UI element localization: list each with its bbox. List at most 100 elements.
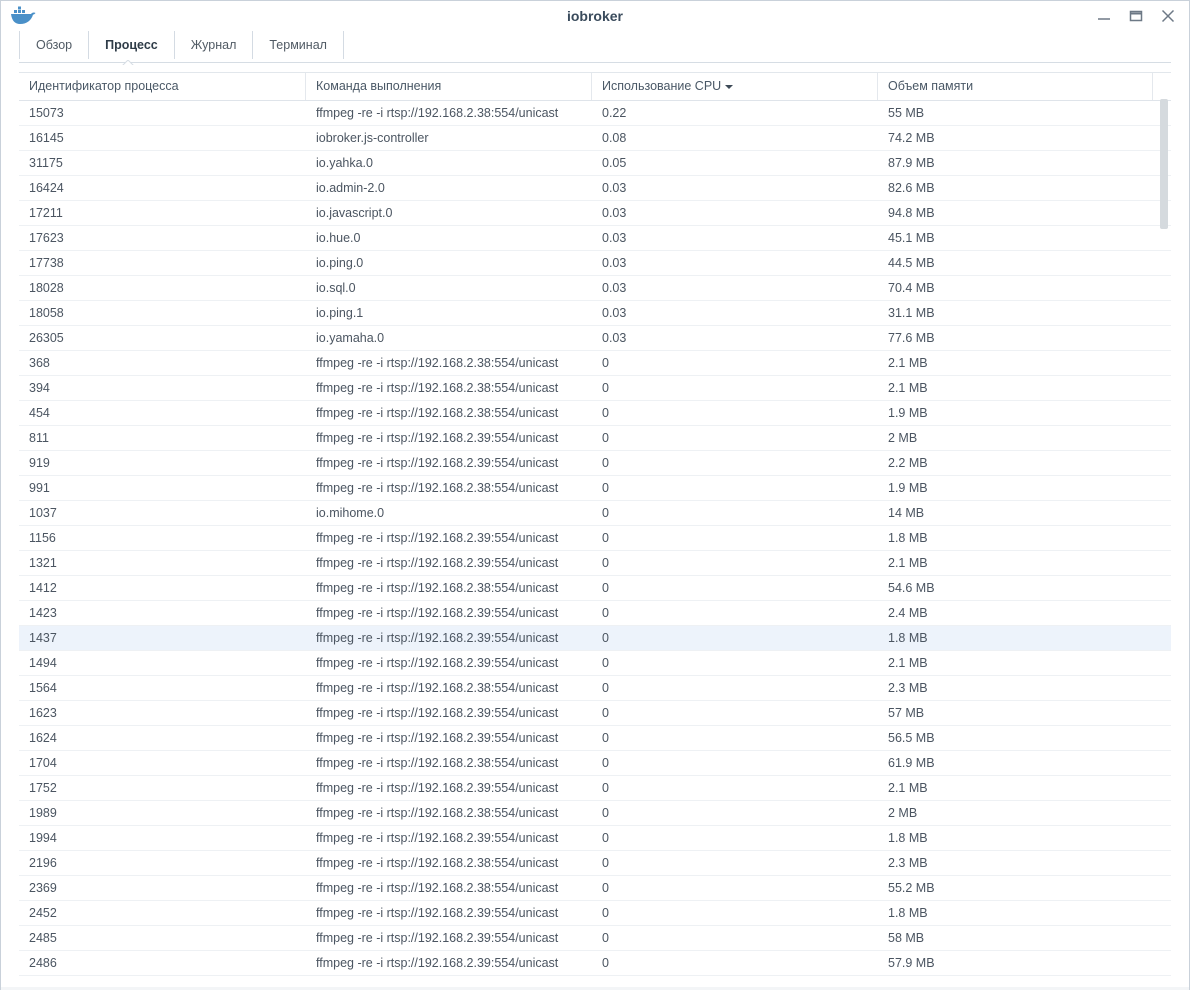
cell-cpu: 0 bbox=[602, 806, 609, 820]
cell-cpu: 0 bbox=[602, 681, 609, 695]
cell-pid: 1412 bbox=[29, 581, 57, 595]
cell-command: ffmpeg -re -i rtsp://192.168.2.39:554/un… bbox=[316, 556, 559, 570]
cell-pid: 18058 bbox=[29, 306, 64, 320]
cell-cpu: 0.22 bbox=[602, 106, 627, 120]
cell-command: ffmpeg -re -i rtsp://192.168.2.39:554/un… bbox=[316, 731, 559, 745]
cell-memory: 2.3 MB bbox=[888, 681, 928, 695]
tab-process[interactable]: Процесс bbox=[88, 31, 174, 59]
cell-command: ffmpeg -re -i rtsp://192.168.2.38:554/un… bbox=[316, 581, 559, 595]
tab-overview[interactable]: Обзор bbox=[19, 31, 88, 59]
cell-memory: 2.1 MB bbox=[888, 656, 928, 670]
cell-pid: 18028 bbox=[29, 281, 64, 295]
window-title: iobroker bbox=[566, 8, 623, 24]
table-row[interactable]: 2452 ffmpeg -re -i rtsp://192.168.2.39:55… bbox=[19, 901, 1171, 926]
cell-command: ffmpeg -re -i rtsp://192.168.2.39:554/un… bbox=[316, 531, 559, 545]
cell-pid: 1437 bbox=[29, 631, 57, 645]
title-bar[interactable]: iobroker bbox=[1, 1, 1189, 31]
table-row[interactable]: 2369 ffmpeg -re -i rtsp://192.168.2.38:55… bbox=[19, 876, 1171, 901]
close-icon[interactable] bbox=[1158, 7, 1178, 25]
table-row[interactable]: 991 ffmpeg -re -i rtsp://192.168.2.38:554… bbox=[19, 476, 1171, 501]
table-row[interactable]: 368 ffmpeg -re -i rtsp://192.168.2.38:554… bbox=[19, 351, 1171, 376]
table-header: Идентификатор процесса Команда выполнени… bbox=[19, 72, 1171, 101]
process-table: Идентификатор процесса Команда выполнени… bbox=[19, 72, 1171, 976]
tab-log[interactable]: Журнал bbox=[173, 31, 253, 59]
cell-pid: 1321 bbox=[29, 556, 57, 570]
table-row[interactable]: 1437 ffmpeg -re -i rtsp://192.168.2.39:55… bbox=[19, 626, 1171, 651]
cell-command: ffmpeg -re -i rtsp://192.168.2.38:554/un… bbox=[316, 481, 559, 495]
table-row[interactable]: 1037 io.mihome.0 0 14 MB bbox=[19, 501, 1171, 526]
cell-cpu: 0 bbox=[602, 856, 609, 870]
table-row[interactable]: 16145 iobroker.js-controller 0.08 74.2 MB bbox=[19, 126, 1171, 151]
cell-cpu: 0.05 bbox=[602, 156, 627, 170]
column-header-pid[interactable]: Идентификатор процесса bbox=[19, 73, 306, 100]
cell-command: ffmpeg -re -i rtsp://192.168.2.38:554/un… bbox=[316, 406, 559, 420]
tab-terminal[interactable]: Терминал bbox=[252, 31, 344, 59]
cell-pid: 2485 bbox=[29, 931, 57, 945]
cell-cpu: 0.08 bbox=[602, 131, 627, 145]
column-header-cpu[interactable]: Использование CPU bbox=[592, 73, 878, 100]
column-header-command[interactable]: Команда выполнения bbox=[306, 73, 592, 100]
cell-pid: 1752 bbox=[29, 781, 57, 795]
cell-memory: 57 MB bbox=[888, 706, 925, 720]
cell-pid: 1994 bbox=[29, 831, 57, 845]
table-row[interactable]: 1321 ffmpeg -re -i rtsp://192.168.2.39:55… bbox=[19, 551, 1171, 576]
table-row[interactable]: 17738 io.ping.0 0.03 44.5 MB bbox=[19, 251, 1171, 276]
cell-command: ffmpeg -re -i rtsp://192.168.2.38:554/un… bbox=[316, 756, 559, 770]
cell-command: ffmpeg -re -i rtsp://192.168.2.38:554/un… bbox=[316, 856, 559, 870]
cell-memory: 56.5 MB bbox=[888, 731, 935, 745]
vertical-scrollbar[interactable] bbox=[1160, 99, 1168, 229]
cell-cpu: 0.03 bbox=[602, 231, 627, 245]
table-row[interactable]: 17211 io.javascript.0 0.03 94.8 MB bbox=[19, 201, 1171, 226]
table-row[interactable]: 15073 ffmpeg -re -i rtsp://192.168.2.38:5… bbox=[19, 101, 1171, 126]
cell-memory: 55 MB bbox=[888, 106, 925, 120]
cell-memory: 31.1 MB bbox=[888, 306, 935, 320]
cell-memory: 14 MB bbox=[888, 506, 925, 520]
cell-cpu: 0 bbox=[602, 881, 609, 895]
cell-pid: 17623 bbox=[29, 231, 64, 245]
table-row[interactable]: 1423 ffmpeg -re -i rtsp://192.168.2.39:55… bbox=[19, 601, 1171, 626]
cell-cpu: 0 bbox=[602, 756, 609, 770]
cell-cpu: 0 bbox=[602, 631, 609, 645]
table-row[interactable]: 31175 io.yahka.0 0.05 87.9 MB bbox=[19, 151, 1171, 176]
cell-command: io.mihome.0 bbox=[316, 506, 385, 520]
table-row[interactable]: 1989 ffmpeg -re -i rtsp://192.168.2.38:55… bbox=[19, 801, 1171, 826]
column-header-memory[interactable]: Объем памяти bbox=[878, 73, 1153, 100]
table-row[interactable]: 2196 ffmpeg -re -i rtsp://192.168.2.38:55… bbox=[19, 851, 1171, 876]
maximize-icon[interactable] bbox=[1126, 7, 1146, 25]
table-row[interactable]: 1494 ffmpeg -re -i rtsp://192.168.2.39:55… bbox=[19, 651, 1171, 676]
table-row[interactable]: 394 ffmpeg -re -i rtsp://192.168.2.38:554… bbox=[19, 376, 1171, 401]
cell-memory: 82.6 MB bbox=[888, 181, 935, 195]
table-row[interactable]: 1704 ffmpeg -re -i rtsp://192.168.2.38:55… bbox=[19, 751, 1171, 776]
table-row[interactable]: 811 ffmpeg -re -i rtsp://192.168.2.39:554… bbox=[19, 426, 1171, 451]
table-row[interactable]: 26305 io.yamaha.0 0.03 77.6 MB bbox=[19, 326, 1171, 351]
minimize-icon[interactable] bbox=[1094, 7, 1114, 25]
cell-pid: 2369 bbox=[29, 881, 57, 895]
table-row[interactable]: 17623 io.hue.0 0.03 45.1 MB bbox=[19, 226, 1171, 251]
table-row[interactable]: 1412 ffmpeg -re -i rtsp://192.168.2.38:55… bbox=[19, 576, 1171, 601]
table-row[interactable]: 1564 ffmpeg -re -i rtsp://192.168.2.38:55… bbox=[19, 676, 1171, 701]
cell-pid: 17211 bbox=[29, 206, 63, 220]
cell-memory: 1.8 MB bbox=[888, 631, 928, 645]
table-row[interactable]: 919 ffmpeg -re -i rtsp://192.168.2.39:554… bbox=[19, 451, 1171, 476]
table-row[interactable]: 1994 ffmpeg -re -i rtsp://192.168.2.39:55… bbox=[19, 826, 1171, 851]
table-row[interactable]: 454 ffmpeg -re -i rtsp://192.168.2.38:554… bbox=[19, 401, 1171, 426]
cell-command: ffmpeg -re -i rtsp://192.168.2.39:554/un… bbox=[316, 656, 559, 670]
table-row[interactable]: 1752 ffmpeg -re -i rtsp://192.168.2.39:55… bbox=[19, 776, 1171, 801]
table-row[interactable]: 2485 ffmpeg -re -i rtsp://192.168.2.39:55… bbox=[19, 926, 1171, 951]
table-row[interactable]: 1156 ffmpeg -re -i rtsp://192.168.2.39:55… bbox=[19, 526, 1171, 551]
cell-pid: 16145 bbox=[29, 131, 64, 145]
cell-memory: 94.8 MB bbox=[888, 206, 935, 220]
cell-command: io.ping.1 bbox=[316, 306, 364, 320]
table-row[interactable]: 18058 io.ping.1 0.03 31.1 MB bbox=[19, 301, 1171, 326]
cell-command: ffmpeg -re -i rtsp://192.168.2.38:554/un… bbox=[316, 881, 559, 895]
table-row[interactable]: 1623 ffmpeg -re -i rtsp://192.168.2.39:55… bbox=[19, 701, 1171, 726]
cell-cpu: 0 bbox=[602, 956, 609, 970]
table-row[interactable]: 16424 io.admin-2.0 0.03 82.6 MB bbox=[19, 176, 1171, 201]
cell-command: io.sql.0 bbox=[316, 281, 356, 295]
cell-cpu: 0 bbox=[602, 456, 609, 470]
table-row[interactable]: 1624 ffmpeg -re -i rtsp://192.168.2.39:55… bbox=[19, 726, 1171, 751]
cell-cpu: 0.03 bbox=[602, 331, 627, 345]
table-row[interactable]: 2486 ffmpeg -re -i rtsp://192.168.2.39:55… bbox=[19, 951, 1171, 976]
cell-pid: 368 bbox=[29, 356, 50, 370]
table-row[interactable]: 18028 io.sql.0 0.03 70.4 MB bbox=[19, 276, 1171, 301]
